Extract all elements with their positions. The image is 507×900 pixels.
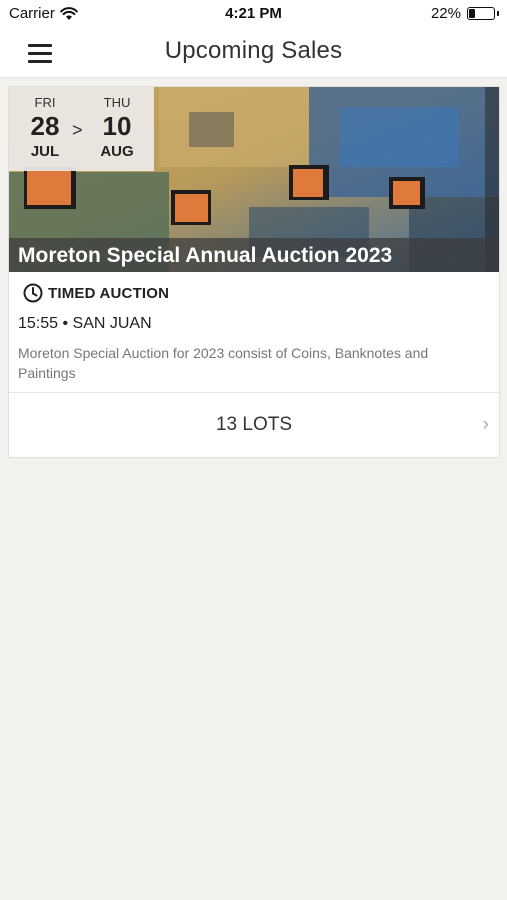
battery-fill	[469, 9, 475, 18]
clock-icon	[23, 283, 43, 303]
start-day: 28	[30, 111, 60, 141]
sale-hero-image[interactable]: FRI 28 JUL > THU 10 AUG Moreton Special …	[9, 87, 499, 272]
lots-count-label: 13 LOTS	[215, 414, 293, 435]
sale-card[interactable]: FRI 28 JUL > THU 10 AUG Moreton Special …	[8, 86, 500, 458]
sale-type-label: TIMED AUCTION	[48, 284, 170, 302]
view-lots-button[interactable]: 13 LOTS ›	[9, 393, 499, 458]
start-day-of-week: FRI	[34, 95, 56, 110]
start-month: JUL	[30, 143, 60, 160]
date-separator: >	[72, 120, 83, 140]
sale-date-range: FRI 28 JUL > THU 10 AUG	[9, 87, 154, 171]
sale-description: Moreton Special Auction for 2023 consist…	[18, 345, 429, 381]
page-title: Upcoming Sales	[164, 37, 343, 64]
end-day: 10	[102, 111, 132, 141]
battery-icon	[467, 7, 495, 20]
sale-type: TIMED AUCTION	[23, 283, 169, 303]
sale-time-location: 15:55 • SAN JUAN	[18, 315, 152, 332]
sale-title: Moreton Special Annual Auction 2023	[18, 244, 393, 267]
chevron-right-icon: ›	[482, 414, 489, 435]
sale-start-date: FRI 28 JUL	[23, 87, 67, 160]
battery-tip	[497, 11, 499, 16]
status-bar: Carrier 4:21 PM 22%	[0, 0, 507, 28]
sale-end-date: THU 10 AUG	[95, 87, 139, 160]
battery-percent: 22%	[430, 5, 461, 22]
navigation-bar: Upcoming Sales	[0, 28, 507, 78]
end-month: AUG	[100, 143, 134, 160]
sale-title-overlay: Moreton Special Annual Auction 2023	[9, 238, 499, 272]
battery-indicator: 22%	[431, 5, 499, 22]
end-day-of-week: THU	[103, 95, 131, 110]
